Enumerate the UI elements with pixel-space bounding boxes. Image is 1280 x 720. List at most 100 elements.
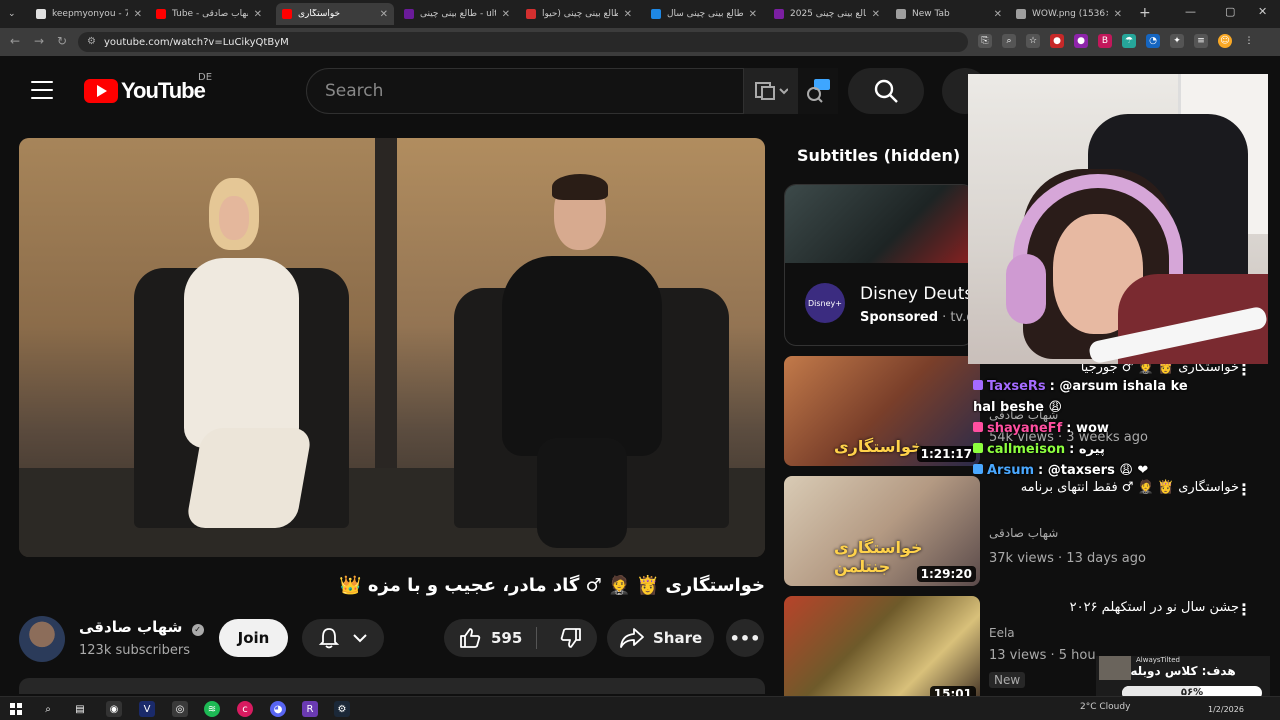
task-view-icon[interactable]: ▤ — [72, 701, 88, 717]
extension-red-icon[interactable]: ● — [1050, 34, 1064, 48]
keyboard-translate-button[interactable] — [744, 68, 798, 114]
taskbar-spotify-icon[interactable]: ≋ — [204, 701, 220, 717]
windows-start-icon[interactable] — [8, 701, 24, 717]
close-tab-icon[interactable]: ✕ — [994, 9, 1002, 20]
browser-tab[interactable]: طالع بینی چینی 2025 ✕ — [768, 3, 886, 25]
close-tab-icon[interactable]: ✕ — [749, 9, 757, 20]
thumbnail-caption: خواستگاری — [834, 437, 923, 456]
taskbar-search-icon[interactable]: ⌕ — [40, 701, 56, 717]
browser-tab[interactable]: New Tab ✕ — [890, 3, 1008, 25]
youtube-logo[interactable]: YouTube — [84, 78, 206, 104]
description-box[interactable] — [19, 678, 765, 694]
like-separator — [536, 627, 537, 649]
more-actions-icon[interactable]: ••• — [726, 619, 764, 657]
browser-tab[interactable]: طالع بینی چینی سال ✕ — [645, 3, 763, 25]
close-tab-icon[interactable]: ✕ — [254, 9, 262, 20]
bookmark-star-icon[interactable]: ☆ — [1026, 34, 1040, 48]
chat-message: Arsum: @taxsers 😩 ❤ — [973, 460, 1213, 481]
join-button[interactable]: Join — [219, 619, 288, 657]
recommendation-menu-icon[interactable]: ⋮ — [1236, 600, 1252, 619]
channel-avatar[interactable] — [19, 616, 65, 662]
browser-tab[interactable]: Tube - شهاب صادقی ✕ — [150, 3, 268, 25]
dislike-button[interactable] — [544, 619, 597, 657]
share-button[interactable]: Share — [607, 619, 714, 657]
extensions-puzzle-icon[interactable]: ✦ — [1170, 34, 1184, 48]
webcam-overlay — [968, 74, 1268, 364]
browser-tab[interactable]: طالع بینی چینی - ults ✕ — [398, 3, 516, 25]
forward-icon[interactable]: → — [34, 34, 44, 48]
extension-blue-icon[interactable]: ◔ — [1146, 34, 1160, 48]
taskbar-app-icon[interactable]: ◉ — [106, 701, 122, 717]
goal-tag: AlwaysTilted — [1136, 656, 1180, 664]
recommendation-channel[interactable]: Eela — [989, 626, 1015, 640]
subscribe-notifications-button[interactable] — [302, 619, 384, 657]
tab-label: Tube - شهاب صادقی — [172, 9, 248, 19]
minimize-icon[interactable]: — — [1185, 5, 1196, 18]
close-tab-icon[interactable]: ✕ — [872, 9, 880, 20]
search-input[interactable]: Search — [306, 68, 744, 114]
tab-label: WOW.png (1536×10 — [1032, 9, 1108, 19]
taskbar-chrome-icon[interactable]: ◎ — [172, 701, 188, 717]
woman-figure — [184, 178, 313, 528]
reload-icon[interactable]: ↻ — [57, 34, 67, 48]
verified-icon: ✓ — [191, 624, 204, 636]
chat-text: پیره — [1078, 442, 1105, 457]
recommendation-item[interactable]: خواستگاری جنتلمن 1:29:20 خواستگاری 👸 🤵 ♂… — [784, 476, 1264, 586]
browser-tab[interactable]: WOW.png (1536×10 ✕ — [1010, 3, 1128, 25]
chat-text: wow — [1075, 421, 1109, 436]
taskbar-discord-icon[interactable]: ◕ — [270, 701, 286, 717]
close-tab-icon[interactable]: ✕ — [502, 9, 510, 20]
tab-search-menu-icon[interactable]: ⌄ — [8, 3, 26, 25]
browser-menu-icon[interactable]: ⋮ — [1242, 34, 1256, 48]
extension-teal-icon[interactable]: ☂ — [1122, 34, 1136, 48]
extension-icons: ⎘ ⌕ ☆ ● ● B ☂ ◔ ✦ ≡ ☺ ⋮ — [978, 34, 1256, 48]
site-info-icon[interactable]: ⚙ — [87, 36, 96, 47]
browser-tab[interactable]: خواستگاری ✕ — [276, 3, 394, 25]
extension-pink-icon[interactable]: B — [1098, 34, 1112, 48]
recommendation-menu-icon[interactable]: ⋮ — [1236, 480, 1252, 499]
close-window-icon[interactable]: ✕ — [1258, 5, 1267, 18]
back-icon[interactable]: ← — [10, 34, 20, 48]
tab-favicon-icon — [156, 9, 166, 19]
close-tab-icon[interactable]: ✕ — [134, 9, 142, 20]
close-tab-icon[interactable]: ✕ — [624, 9, 632, 20]
maximize-icon[interactable]: ▢ — [1225, 5, 1235, 18]
zoom-icon[interactable]: ⌕ — [1002, 34, 1016, 48]
chat-badge-icon — [973, 422, 983, 432]
browser-tab[interactable]: keepmyonyou - 7TV ✕ — [30, 3, 148, 25]
like-count: 595 — [491, 629, 523, 647]
recommendation-title[interactable]: خواستگاری 👸 🤵 ♂ فقط انتهای برنامه — [989, 480, 1239, 495]
thumbs-up-icon — [460, 628, 481, 648]
channel-name-link[interactable]: شهاب صادقی ✓ — [79, 618, 204, 636]
recommendation-thumbnail[interactable]: 15:01 — [784, 596, 980, 706]
ad-title: Disney Deuts — [860, 284, 974, 304]
video-player[interactable] — [19, 138, 765, 557]
cc-search-button[interactable] — [798, 68, 838, 114]
extension-purple-icon[interactable]: ● — [1074, 34, 1088, 48]
browser-tab[interactable]: طالع بینی چینی (حیوا ✕ — [520, 3, 638, 25]
recommendation-thumbnail[interactable]: خواستگاری جنتلمن 1:29:20 — [784, 476, 980, 586]
menu-icon[interactable] — [31, 81, 53, 99]
profile-avatar-icon[interactable]: ☺ — [1218, 34, 1232, 48]
sponsored-ad-card[interactable]: Disney+ Disney Deuts Sponsored· tv.dis — [784, 184, 974, 346]
like-button[interactable]: 595 — [444, 619, 536, 657]
install-icon[interactable]: ⎘ — [978, 34, 992, 48]
recommendation-title[interactable]: جشن سال نو در استکهلم ۲۰۲۶ — [989, 600, 1239, 615]
close-tab-icon[interactable]: ✕ — [1114, 9, 1122, 20]
search-button[interactable] — [848, 68, 924, 114]
tab-favicon-icon — [651, 9, 661, 19]
taskbar-app-r-icon[interactable]: R — [302, 701, 318, 717]
recommendation-channel[interactable]: شهاب صادقی — [989, 526, 1058, 540]
taskbar-date[interactable]: 1/2/2026 — [1208, 705, 1244, 714]
browser-tabbar: ⌄ keepmyonyou - 7TV✕Tube - شهاب صادقی✕خو… — [0, 0, 1280, 28]
taskbar-weather[interactable]: 2°C Cloudy — [1080, 702, 1130, 712]
recommendation-thumbnail[interactable]: خواستگاری 1:21:17 — [784, 356, 980, 466]
close-tab-icon[interactable]: ✕ — [380, 9, 388, 20]
taskbar-steam-icon[interactable]: ⚙ — [334, 701, 350, 717]
chat-separator: : — [1066, 421, 1076, 436]
url-input[interactable]: ⚙ youtube.com/watch?v=LuCikyQtByM — [78, 32, 968, 52]
new-tab-icon[interactable]: + — [1139, 5, 1151, 21]
reading-list-icon[interactable]: ≡ — [1194, 34, 1208, 48]
taskbar-app-red-icon[interactable]: c — [237, 701, 253, 717]
taskbar-vivaldi-icon[interactable]: V — [139, 701, 155, 717]
